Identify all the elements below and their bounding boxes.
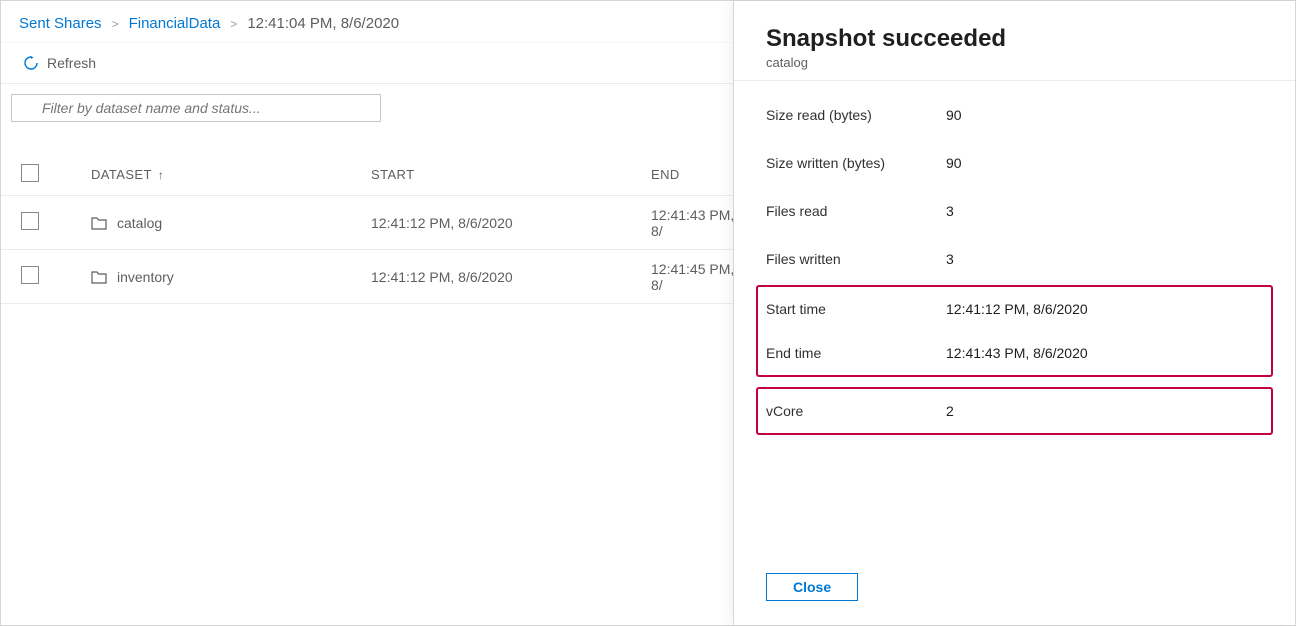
dataset-start: 12:41:12 PM, 8/6/2020 xyxy=(371,215,651,231)
sort-ascending-icon: ↑ xyxy=(158,168,164,182)
column-header-label: DATASET xyxy=(91,167,152,182)
panel-title: Snapshot succeeded xyxy=(766,25,1263,53)
refresh-label: Refresh xyxy=(47,55,96,71)
metric-value: 90 xyxy=(946,107,1263,123)
highlight-vcore-group: vCore 2 xyxy=(756,387,1273,435)
column-header-end[interactable]: END xyxy=(651,167,735,182)
metric-files-read: Files read 3 xyxy=(766,187,1263,235)
filter-row xyxy=(1,84,735,122)
dataset-table: DATASET ↑ START END catalog 12:41:12 PM,… xyxy=(1,154,735,304)
select-all-checkbox[interactable] xyxy=(21,164,39,182)
dataset-end: 12:41:43 PM, 8/ xyxy=(651,207,735,239)
row-checkbox[interactable] xyxy=(21,212,39,230)
row-checkbox[interactable] xyxy=(21,266,39,284)
metric-value: 12:41:12 PM, 8/6/2020 xyxy=(946,301,1263,317)
folder-icon xyxy=(91,216,107,230)
panel-footer: Close xyxy=(734,559,1295,625)
metric-value: 12:41:43 PM, 8/6/2020 xyxy=(946,345,1263,361)
column-header-dataset[interactable]: DATASET ↑ xyxy=(91,167,371,182)
metric-value: 3 xyxy=(946,251,1263,267)
metric-label: vCore xyxy=(766,403,946,419)
panel-header: Snapshot succeeded catalog xyxy=(734,1,1295,81)
metric-label: Files read xyxy=(766,203,946,219)
metric-value: 90 xyxy=(946,155,1263,171)
table-row[interactable]: inventory 12:41:12 PM, 8/6/2020 12:41:45… xyxy=(1,250,735,304)
filter-input[interactable] xyxy=(11,94,381,122)
column-header-start[interactable]: START xyxy=(371,167,651,182)
panel-subtitle: catalog xyxy=(766,55,1263,70)
metric-label: Files written xyxy=(766,251,946,267)
metric-label: Size written (bytes) xyxy=(766,155,946,171)
metric-label: End time xyxy=(766,345,946,361)
metric-end-time: End time 12:41:43 PM, 8/6/2020 xyxy=(766,331,1263,375)
dataset-end: 12:41:45 PM, 8/ xyxy=(651,261,735,293)
breadcrumb-root-link[interactable]: Sent Shares xyxy=(19,15,102,32)
refresh-button[interactable]: Refresh xyxy=(19,51,100,75)
table-header: DATASET ↑ START END xyxy=(1,154,735,196)
highlight-time-group: Start time 12:41:12 PM, 8/6/2020 End tim… xyxy=(756,285,1273,377)
breadcrumb-separator: > xyxy=(230,17,237,31)
panel-body: Size read (bytes) 90 Size written (bytes… xyxy=(734,81,1295,559)
toolbar: Refresh xyxy=(1,42,735,84)
metric-vcore: vCore 2 xyxy=(766,389,1263,433)
breadcrumb: Sent Shares > FinancialData > 12:41:04 P… xyxy=(1,1,735,42)
close-button[interactable]: Close xyxy=(766,573,858,601)
dataset-start: 12:41:12 PM, 8/6/2020 xyxy=(371,269,651,285)
dataset-name: catalog xyxy=(117,215,162,231)
table-row[interactable]: catalog 12:41:12 PM, 8/6/2020 12:41:43 P… xyxy=(1,196,735,250)
main-content: Sent Shares > FinancialData > 12:41:04 P… xyxy=(1,1,735,625)
metric-value: 3 xyxy=(946,203,1263,219)
metric-label: Size read (bytes) xyxy=(766,107,946,123)
metric-size-written: Size written (bytes) 90 xyxy=(766,139,1263,187)
breadcrumb-separator: > xyxy=(112,17,119,31)
breadcrumb-share-link[interactable]: FinancialData xyxy=(129,15,221,32)
dataset-name: inventory xyxy=(117,269,174,285)
metric-files-written: Files written 3 xyxy=(766,235,1263,283)
details-panel: Snapshot succeeded catalog Size read (by… xyxy=(733,1,1295,625)
metric-value: 2 xyxy=(946,403,1263,419)
folder-icon xyxy=(91,270,107,284)
metric-size-read: Size read (bytes) 90 xyxy=(766,91,1263,139)
metric-label: Start time xyxy=(766,301,946,317)
metric-start-time: Start time 12:41:12 PM, 8/6/2020 xyxy=(766,287,1263,331)
refresh-icon xyxy=(23,55,39,71)
breadcrumb-current: 12:41:04 PM, 8/6/2020 xyxy=(247,15,399,32)
